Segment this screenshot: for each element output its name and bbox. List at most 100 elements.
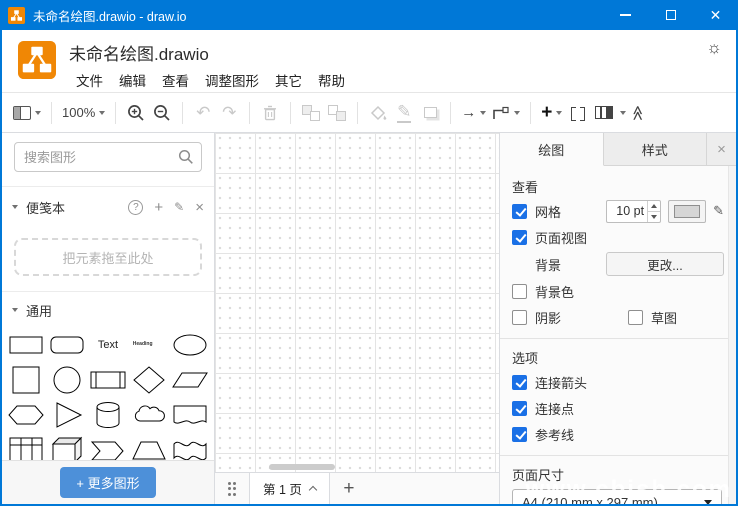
shape-triangle[interactable]	[47, 397, 88, 432]
shape-parallelogram[interactable]	[169, 362, 210, 397]
horizontal-scrollbar[interactable]	[215, 463, 499, 472]
edit-icon[interactable]: ✎	[174, 200, 184, 214]
grid-color-edit-icon[interactable]: ✎	[713, 203, 724, 219]
menu-extras[interactable]: 其它	[267, 68, 310, 92]
chevron-down-icon	[12, 205, 18, 209]
menu-arrange[interactable]: 调整图形	[197, 68, 267, 92]
grid-size-stepper[interactable]	[647, 201, 660, 222]
line-color-button[interactable]: ✎	[391, 99, 417, 127]
shape-table[interactable]	[6, 432, 47, 460]
shadow-sketch-row: 阴影 草图	[512, 304, 724, 330]
guides-checkbox[interactable]	[512, 427, 527, 442]
shape-trapezoid[interactable]	[128, 432, 169, 460]
scratchpad-dropzone[interactable]: 把元素拖至此处	[14, 238, 202, 276]
fullscreen-button[interactable]	[565, 99, 591, 127]
shape-textbox[interactable]: Heading	[128, 327, 169, 362]
shape-tape[interactable]	[169, 432, 210, 460]
minimize-button[interactable]	[603, 0, 648, 30]
shadow-button[interactable]	[417, 99, 443, 127]
format-panel: 绘图 样式 × 查看 网格	[499, 133, 736, 504]
shape-rounded-rectangle[interactable]	[47, 327, 88, 362]
shape-cube[interactable]	[47, 432, 88, 460]
more-shapes-button[interactable]: + 更多图形	[60, 467, 155, 498]
tab-style[interactable]: 样式	[604, 133, 708, 165]
tab-diagram[interactable]: 绘图	[500, 133, 604, 166]
zoom-level-dropdown[interactable]: 100%	[59, 99, 108, 127]
scratchpad-section-header[interactable]: 便笺本 ? + ✎ ×	[2, 193, 214, 221]
shape-cloud[interactable]	[128, 397, 169, 432]
menu-view[interactable]: 查看	[154, 68, 197, 92]
undo-button[interactable]: ↶	[190, 99, 216, 127]
zoom-in-button[interactable]	[123, 99, 149, 127]
connection-style-button[interactable]: →	[458, 99, 489, 127]
connection-arrows-checkbox[interactable]	[512, 375, 527, 390]
change-background-button[interactable]: 更改...	[606, 252, 724, 276]
add-icon[interactable]: +	[154, 199, 163, 216]
grid-size-input[interactable]	[607, 201, 647, 222]
shape-ellipse[interactable]	[169, 327, 210, 362]
drawing-canvas[interactable]	[215, 133, 499, 472]
chevron-down-icon	[35, 111, 41, 115]
close-button[interactable]: ✕	[693, 0, 738, 30]
shape-hexagon[interactable]	[6, 397, 47, 432]
page-size-select[interactable]: A4 (210 mm x 297 mm)	[512, 489, 722, 504]
shadow-checkbox[interactable]	[512, 310, 527, 325]
shape-text[interactable]: Text	[88, 327, 129, 362]
menu-file[interactable]: 文件	[68, 68, 111, 92]
menu-help[interactable]: 帮助	[310, 68, 353, 92]
shape-process[interactable]	[88, 362, 129, 397]
redo-button[interactable]: ↷	[216, 99, 242, 127]
grid-color-button[interactable]	[668, 200, 706, 223]
help-icon[interactable]: ?	[128, 200, 143, 215]
shape-diamond[interactable]	[128, 362, 169, 397]
shape-cylinder[interactable]	[88, 397, 129, 432]
menu-edit[interactable]: 编辑	[111, 68, 154, 92]
divider	[500, 338, 736, 339]
fill-color-icon	[369, 105, 387, 121]
shape-circle[interactable]	[47, 362, 88, 397]
document-title[interactable]: 未命名绘图.drawio	[69, 40, 209, 65]
sketch-checkbox[interactable]	[628, 310, 643, 325]
shape-square[interactable]	[6, 362, 47, 397]
background-color-checkbox[interactable]	[512, 284, 527, 299]
main-area: 便笺本 ? + ✎ × 把元素拖至此处 通用	[2, 133, 736, 504]
header: 未命名绘图.drawio 文件 编辑 查看 调整图形 其它 帮助 ☼	[2, 30, 736, 93]
panel-close-icon[interactable]: ×	[707, 133, 736, 165]
search-input[interactable]	[14, 142, 202, 172]
scrollbar-thumb[interactable]	[269, 464, 335, 470]
to-back-button[interactable]	[324, 99, 350, 127]
grid-checkbox[interactable]	[512, 204, 527, 219]
format-panel-tabs: 绘图 样式 ×	[500, 133, 736, 166]
page-view-checkbox[interactable]	[512, 230, 527, 245]
maximize-button[interactable]	[648, 0, 693, 30]
delete-button[interactable]	[257, 99, 283, 127]
titlebar: 未命名绘图.drawio - draw.io ✕	[0, 0, 738, 30]
waypoint-style-button[interactable]	[489, 99, 523, 127]
add-page-button[interactable]: +	[330, 473, 368, 504]
shape-document[interactable]	[169, 397, 210, 432]
shape-rectangle[interactable]	[6, 327, 47, 362]
general-section-header[interactable]: 通用	[2, 296, 214, 324]
close-icon[interactable]: ×	[195, 199, 204, 216]
to-front-button[interactable]	[298, 99, 324, 127]
divider	[2, 186, 214, 187]
zoom-in-icon	[127, 104, 145, 122]
collapse-expand-button[interactable]: ≪	[617, 99, 649, 127]
panel-scrollbar[interactable]	[728, 166, 736, 504]
zoom-out-button[interactable]	[149, 99, 175, 127]
pencil-icon: ✎	[397, 103, 411, 123]
shapes-sidebar: 便笺本 ? + ✎ × 把元素拖至此处 通用	[2, 133, 215, 504]
fill-color-button[interactable]	[365, 99, 391, 127]
shadow-label: 阴影	[535, 308, 561, 327]
view-layout-button[interactable]	[10, 99, 44, 127]
theme-icon[interactable]: ☼	[706, 38, 722, 58]
connection-points-checkbox[interactable]	[512, 401, 527, 416]
page-tab[interactable]: 第 1 页	[249, 473, 330, 504]
format-panel-button[interactable]	[591, 99, 617, 127]
grid-row: 网格 ✎	[512, 198, 724, 224]
insert-button[interactable]: +	[538, 99, 565, 127]
to-front-icon	[302, 105, 320, 121]
shape-step[interactable]	[88, 432, 129, 460]
elbow-connector-icon	[492, 106, 510, 120]
pages-menu-button[interactable]	[215, 473, 249, 504]
